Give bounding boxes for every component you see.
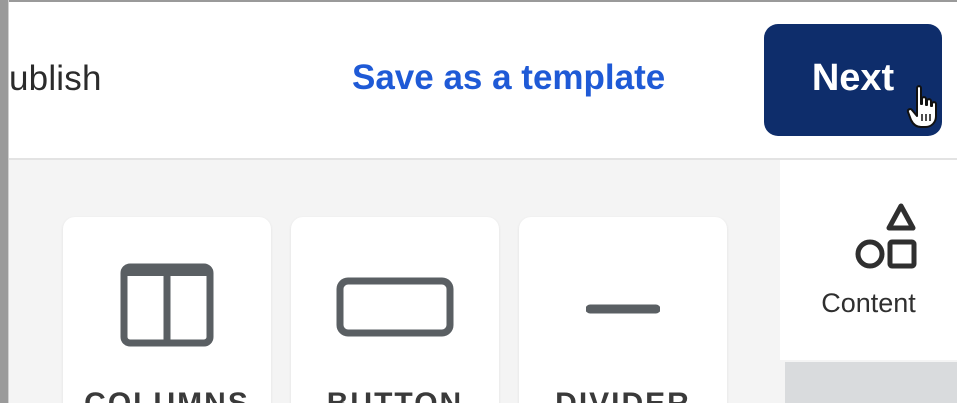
publish-step-label[interactable]: ublish bbox=[9, 59, 102, 99]
window-border-left bbox=[0, 0, 8, 403]
content-tab[interactable]: Content bbox=[780, 160, 957, 360]
columns-icon bbox=[120, 263, 214, 347]
divider-icon bbox=[586, 304, 660, 314]
button-block-tile[interactable]: BUTTON bbox=[291, 217, 499, 403]
window-inner-edge bbox=[8, 0, 9, 403]
divider-block-tile[interactable]: DIVIDER bbox=[519, 217, 727, 403]
editor-window: ublish Save as a template Next COLUMNS B… bbox=[0, 0, 957, 403]
button-block-label: BUTTON bbox=[291, 387, 499, 403]
button-block-icon bbox=[336, 277, 454, 337]
hand-pointer-cursor-icon bbox=[906, 85, 937, 128]
window-border-top bbox=[0, 0, 957, 2]
sidebar-lower-area bbox=[785, 362, 957, 403]
top-toolbar: ublish Save as a template Next bbox=[9, 2, 957, 160]
columns-block-label: COLUMNS bbox=[63, 387, 271, 403]
columns-block-tile[interactable]: COLUMNS bbox=[63, 217, 271, 403]
shapes-icon bbox=[855, 203, 917, 269]
divider-block-label: DIVIDER bbox=[519, 387, 727, 403]
content-tab-label: Content bbox=[821, 288, 916, 318]
save-as-template-link[interactable]: Save as a template bbox=[352, 58, 665, 98]
